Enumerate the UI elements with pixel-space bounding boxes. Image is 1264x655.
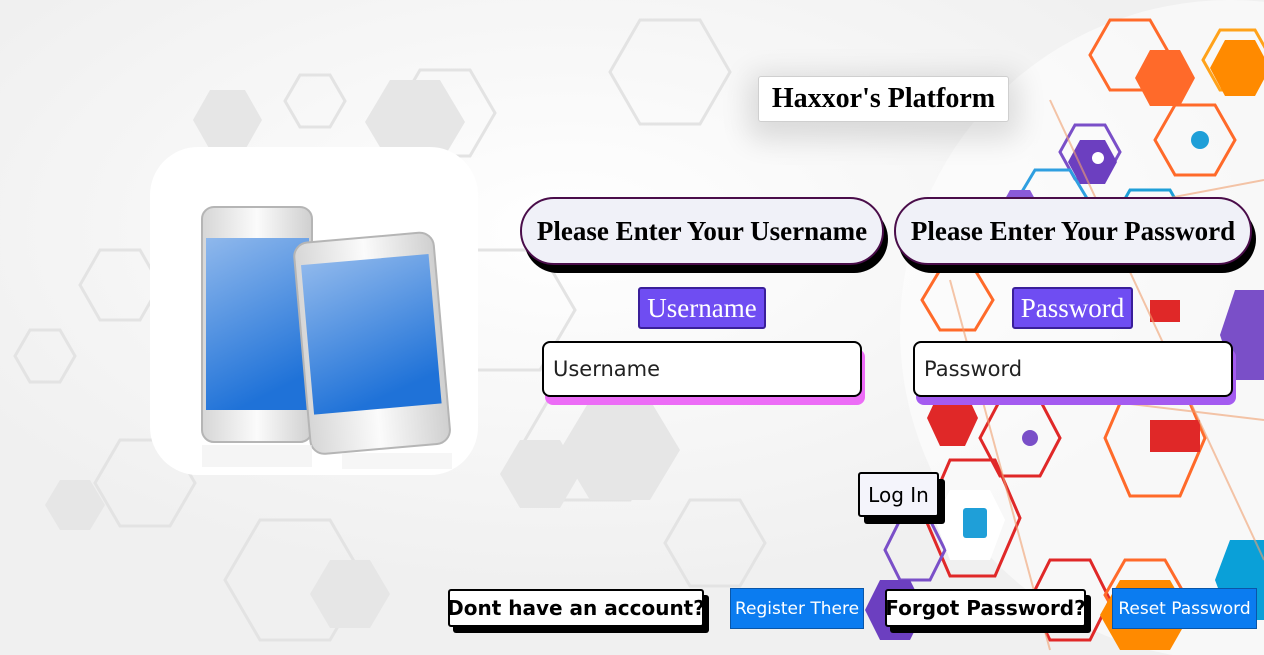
password-prompt: Please Enter Your Password: [894, 197, 1252, 265]
reset-password-button[interactable]: Reset Password: [1112, 588, 1257, 629]
username-label: Username: [638, 287, 766, 329]
login-button[interactable]: Log In: [858, 472, 939, 517]
register-button[interactable]: Register There: [730, 588, 864, 629]
page-title: Haxxor's Platform: [758, 76, 1009, 122]
smartphones-icon: [201, 206, 452, 469]
forgot-password-question: Forgot Password?: [885, 589, 1086, 627]
password-input[interactable]: [913, 341, 1233, 397]
username-input[interactable]: [542, 341, 862, 397]
password-label: Password: [1012, 287, 1133, 329]
smartphones-illustration: [150, 147, 478, 475]
username-prompt: Please Enter Your Username: [520, 197, 884, 265]
account-question: Dont have an account?: [447, 589, 705, 627]
